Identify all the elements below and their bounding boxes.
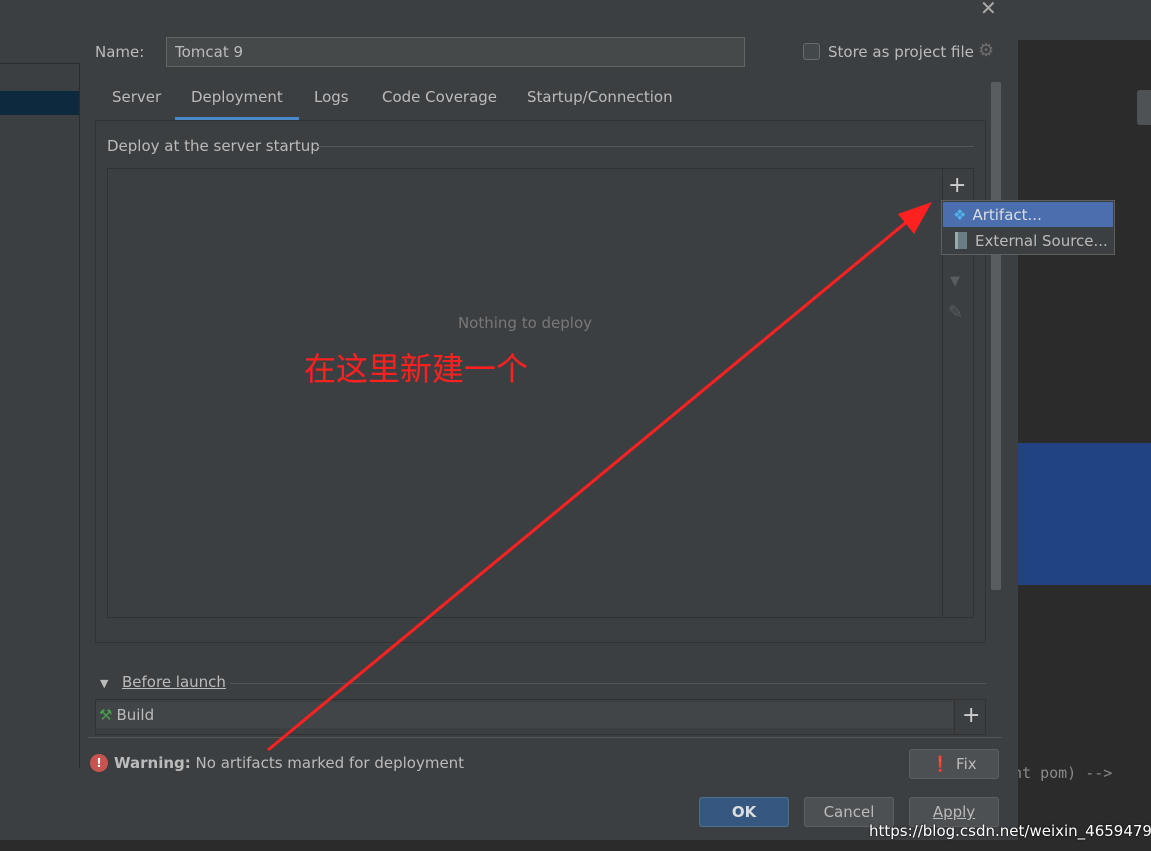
annotation-arrow [267,202,932,752]
arrow-shaft [267,213,916,752]
arrow-head [898,202,932,234]
watermark: https://blog.csdn.net/weixin_46594796 [869,822,1151,840]
